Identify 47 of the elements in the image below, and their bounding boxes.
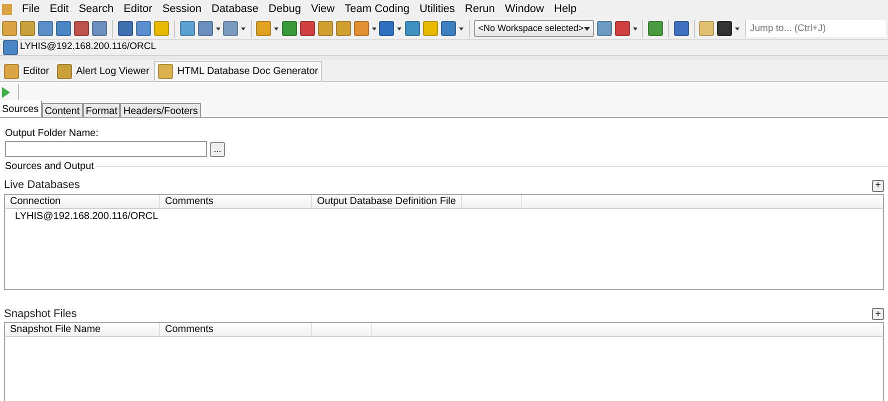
column-header[interactable]: Comments	[160, 323, 312, 336]
caret-icon[interactable]	[372, 26, 376, 30]
field-label: Output Folder Name:	[5, 127, 100, 141]
column-header[interactable]: Snapshot File Name	[5, 323, 160, 336]
menu-item[interactable]: Team Coding	[344, 0, 410, 18]
tab[interactable]: Sources	[0, 101, 42, 117]
menu-item[interactable]: Help	[554, 0, 577, 18]
caret-icon[interactable]	[274, 26, 279, 30]
tab[interactable]: Content	[42, 103, 83, 117]
menu-item[interactable]: Search	[78, 0, 114, 18]
caret-icon[interactable]	[632, 26, 638, 30]
document-tab[interactable]: Alert Log Viewer	[54, 61, 152, 81]
menu-item[interactable]: File	[22, 0, 40, 18]
menu-item[interactable]: Database	[211, 0, 259, 18]
caret-icon[interactable]	[584, 26, 590, 30]
browse-button[interactable]: ...	[210, 142, 225, 156]
document-tab[interactable]: Editor	[1, 61, 52, 81]
caret-icon[interactable]	[397, 26, 402, 30]
menu-item[interactable]: Window	[504, 0, 544, 18]
output-folder-field[interactable]	[5, 141, 207, 157]
add-button[interactable]: +	[872, 180, 884, 192]
caret-icon[interactable]	[458, 26, 464, 30]
section-title: Snapshot Files	[4, 306, 77, 322]
section-title: Live Databases	[4, 178, 80, 193]
connection-tab[interactable]: LYHIS@192.168.200.116/ORCL	[20, 40, 156, 55]
add-button[interactable]: +	[872, 308, 884, 320]
menu-item[interactable]: Edit	[50, 0, 69, 18]
menu-item[interactable]: Session	[162, 0, 202, 18]
menu-item[interactable]: View	[310, 0, 335, 18]
caret-icon[interactable]	[735, 26, 740, 30]
tab[interactable]: Headers/Footers	[120, 103, 201, 117]
jump-field[interactable]: Jump to... (Ctrl+J)	[745, 20, 886, 37]
menu-item[interactable]: Debug	[268, 0, 301, 18]
tab[interactable]: Format	[82, 103, 120, 117]
workspace-dropdown[interactable]: <No Workspace selected>	[474, 20, 594, 37]
menu-item[interactable]: Utilities	[419, 0, 455, 18]
caret-icon[interactable]	[241, 26, 246, 30]
table-row[interactable]: LYHIS@192.168.200.116/ORCL	[5, 208, 883, 224]
document-tab[interactable]: HTML Database Doc Generator	[154, 61, 322, 81]
group-title: Sources and Output	[5, 160, 94, 174]
menu-item[interactable]: Rerun	[464, 0, 495, 18]
column-header[interactable]: Output Database Definition File	[312, 194, 462, 208]
table-cell-text: LYHIS@192.168.200.116/ORCL	[14, 210, 160, 224]
caret-icon[interactable]	[216, 26, 220, 30]
column-header[interactable]: Comments	[160, 194, 312, 208]
menu-item[interactable]: Editor	[124, 0, 152, 18]
column-header[interactable]: Connection	[5, 194, 160, 208]
